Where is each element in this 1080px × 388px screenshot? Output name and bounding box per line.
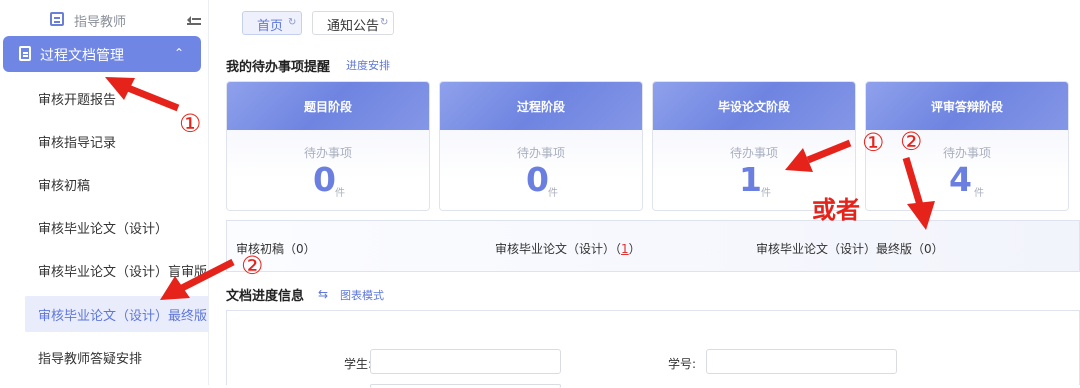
student-input[interactable]	[370, 349, 561, 374]
sidebar-item-label: 指导教师答疑安排	[38, 352, 143, 367]
summary-count: 0	[296, 242, 304, 256]
card-subtitle: 待办事项	[516, 146, 565, 160]
teacher-icon	[50, 12, 64, 26]
card-title: 毕设论文阶段	[717, 100, 790, 114]
sidebar-item-label: 审核初稿	[38, 179, 91, 194]
card-unit: 件	[548, 188, 558, 199]
annotation-or: 或者	[812, 196, 860, 224]
sidebar-item-review-proposal[interactable]: 审核开题报告	[0, 80, 209, 116]
card-title: 题目阶段	[303, 100, 352, 114]
menu-process-docs[interactable]: 过程文档管理 ⌃	[3, 36, 201, 72]
card-header: 评审答辩阶段	[866, 82, 1068, 130]
tab-home[interactable]: 首页 ↻	[242, 11, 302, 35]
card-header: 题目阶段	[227, 82, 429, 130]
card-header: 过程阶段	[440, 82, 642, 130]
student-id-input[interactable]	[706, 349, 897, 374]
summary-label: 审核毕业论文（设计）最终版	[756, 242, 913, 256]
card-subtitle: 待办事项	[729, 146, 778, 160]
schedule-link[interactable]: 进度安排	[346, 57, 390, 73]
refresh-icon[interactable]: ↻	[288, 17, 296, 28]
summary-label: 审核毕业论文（设计）	[495, 242, 616, 256]
menu-parent-label: 过程文档管理	[40, 48, 124, 64]
sidebar: 指导教师 过程文档管理 ⌃ 审核开题报告 审核指导记录 审核初稿 审核毕业论文（…	[0, 0, 209, 385]
chart-mode-link[interactable]: 图表模式	[340, 287, 384, 303]
sidebar-item-review-draft[interactable]: 审核初稿	[0, 166, 209, 202]
tab-notice[interactable]: 通知公告 ↻	[312, 11, 394, 35]
sidebar-item-label: 审核毕业论文（设计）最终版	[38, 309, 208, 324]
card-subtitle: 待办事项	[942, 146, 991, 160]
sidebar-item-review-thesis[interactable]: 审核毕业论文（设计）	[0, 209, 209, 245]
card-count: 0	[526, 160, 549, 199]
chevron-up-icon: ⌃	[174, 46, 185, 60]
card-unit: 件	[974, 188, 984, 199]
sidebar-item-review-guidance[interactable]: 审核指导记录	[0, 123, 209, 159]
card-subtitle: 待办事项	[303, 146, 352, 160]
todo-title: 我的待办事项提醒	[226, 60, 331, 75]
sidebar-item-review-final[interactable]: 审核毕业论文（设计）最终版	[25, 296, 209, 332]
annotation-step-1: ①	[179, 109, 202, 138]
stage-card-topic[interactable]: 题目阶段 待办事项 0 件	[226, 81, 430, 211]
summary-count[interactable]: 1	[621, 242, 629, 256]
progress-title: 文档进度信息	[226, 289, 305, 304]
search-form-panel: 学生: 学号:	[226, 310, 1080, 388]
stage-card-process[interactable]: 过程阶段 待办事项 0 件	[439, 81, 643, 211]
role-header: 指导教师	[0, 0, 209, 40]
card-count: 1	[739, 160, 762, 199]
card-count: 0	[313, 160, 336, 199]
summary-review-final[interactable]: 审核毕业论文（设计）最终版（0）	[756, 240, 944, 257]
stage-card-defense[interactable]: 评审答辩阶段 待办事项 4 件	[865, 81, 1069, 211]
sidebar-item-review-blind[interactable]: 审核毕业论文（设计）盲审版	[0, 252, 209, 288]
summary-count: 0	[924, 242, 932, 256]
swap-icon[interactable]: ⇆	[318, 287, 328, 301]
document-icon	[19, 46, 31, 61]
role-label: 指导教师	[74, 15, 127, 30]
sidebar-item-label: 审核毕业论文（设计）	[38, 222, 169, 237]
sidebar-item-label: 审核开题报告	[38, 93, 117, 108]
annotation-step-2: ②	[241, 251, 264, 280]
card-title: 过程阶段	[516, 100, 565, 114]
student-id-label: 学号:	[668, 357, 697, 371]
card-unit: 件	[761, 188, 771, 199]
card-body: 待办事项 4 件	[866, 130, 1068, 210]
tab-bar: 首页 ↻ 通知公告 ↻	[226, 8, 1080, 38]
card-title: 评审答辩阶段	[930, 100, 1003, 114]
sidebar-item-label: 审核指导记录	[38, 136, 117, 151]
annotation-step-1: ①	[862, 128, 885, 157]
student-label: 学生:	[344, 357, 373, 371]
tab-label: 通知公告	[327, 19, 380, 34]
annotation-step-2: ②	[900, 127, 923, 156]
tab-label: 首页	[257, 19, 284, 34]
collapse-menu-icon[interactable]	[187, 13, 201, 26]
card-count: 4	[949, 160, 972, 199]
card-body: 待办事项 0 件	[227, 130, 429, 210]
card-body: 待办事项 0 件	[440, 130, 642, 210]
summary-review-thesis[interactable]: 审核毕业论文（设计）（1）	[495, 240, 641, 257]
todo-summary-bar: 审核初稿（0） 审核毕业论文（设计）（1） 审核毕业论文（设计）最终版（0）	[226, 220, 1080, 272]
sidebar-item-qa-schedule[interactable]: 指导教师答疑安排	[0, 339, 209, 375]
card-header: 毕设论文阶段	[653, 82, 855, 130]
card-unit: 件	[335, 188, 345, 199]
refresh-icon[interactable]: ↻	[380, 17, 388, 28]
sidebar-item-label: 审核毕业论文（设计）盲审版	[38, 265, 208, 280]
